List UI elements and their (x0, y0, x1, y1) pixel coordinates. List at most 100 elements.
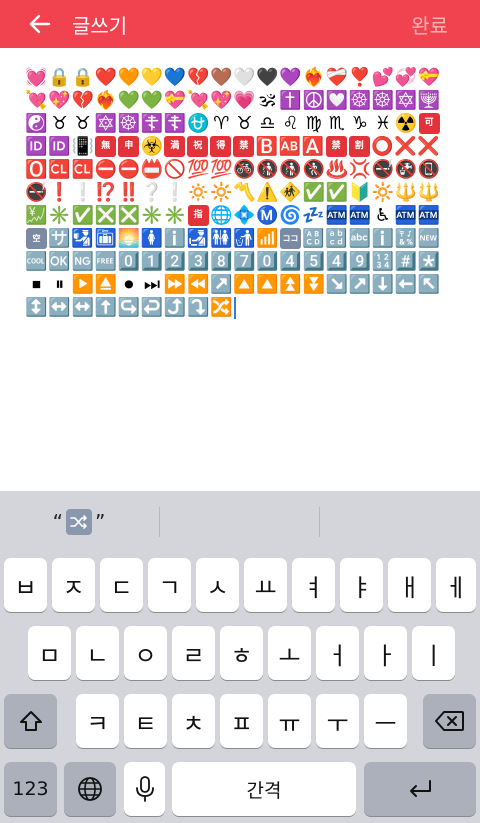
editor-emoji: ↘️ (325, 273, 348, 295)
editor-emoji: 🆑 (71, 158, 94, 180)
editor-emoji: ⬅️ (394, 273, 418, 295)
editor-emoji: ↖️ (417, 273, 441, 295)
editor-emoji: 祝 (187, 136, 209, 157)
editor-emoji: 💛 (140, 66, 164, 88)
key-jieut[interactable]: ㅈ (52, 558, 95, 612)
editor-emoji: 0️⃣ (256, 250, 279, 272)
key-u[interactable]: ㅜ (316, 694, 359, 748)
editor-emoji: 空 (26, 228, 47, 249)
editor-emoji: 🛃 (186, 227, 210, 249)
editor-emoji: 💢 (348, 158, 372, 180)
editor-emoji: 🚱 (394, 158, 418, 180)
text-editor[interactable]: 💓 🔒 🔒 ❤️ 🧡 💛 💙 💔 🤎 🤍 🖤 💜 ❤️‍🔥 ❤️‍🩹 ❣️ 💕 💞 💝 💘 💖 💔 ❤️‍🔥 💚 💚 💝 💘 💖 💗 🕉… (25, 66, 441, 462)
page-title: 글쓰기 (72, 14, 128, 38)
editor-emoji: 🌐 (209, 204, 233, 226)
editor-emoji: *️⃣ (417, 250, 441, 272)
key-giyeok[interactable]: ㄱ (148, 558, 191, 612)
editor-emoji: 💚 (140, 89, 164, 111)
editor-emoji: ココ (279, 228, 301, 249)
editor-emoji: 🆎 (278, 135, 302, 157)
key-tieut[interactable]: ㅌ (124, 694, 167, 748)
editor-emoji: ❎ (94, 204, 118, 226)
key-nieun[interactable]: ㄴ (76, 626, 119, 680)
editor-emoji: 無 (95, 136, 117, 157)
key-siot[interactable]: ㅅ (196, 558, 239, 612)
editor-emoji: ⏸ (55, 273, 65, 295)
editor-emoji: ⬇️ (371, 273, 395, 295)
editor-emoji: 🔯 (94, 112, 118, 134)
editor-emoji: 🚷 (302, 158, 325, 180)
editor-emoji: ♍ (305, 112, 322, 134)
editor-emoji: 🅱️ (255, 135, 279, 157)
editor-emoji: 1️⃣ (140, 250, 164, 272)
editor-emoji: ✅ (302, 181, 325, 203)
editor-emoji: 🆗 (48, 250, 71, 272)
editor-emoji: 4️⃣ (279, 250, 302, 272)
key-ae[interactable]: ㅐ (388, 558, 431, 612)
editor-emoji: ❤️‍🩹 (325, 66, 348, 88)
suggestion-bar: “ ” (0, 491, 480, 551)
editor-emoji: ⚠️ (256, 181, 279, 203)
editor-emoji: ❤️ (94, 66, 118, 88)
key-mieum[interactable]: ㅁ (28, 626, 71, 680)
editor-emoji: ↗️ (210, 273, 233, 295)
suggestion-item[interactable] (160, 504, 319, 540)
shift-key[interactable] (4, 694, 57, 748)
editor-emoji: ↗️ (348, 273, 372, 295)
delete-key[interactable] (423, 694, 476, 748)
key-pieup[interactable]: ㅍ (220, 694, 263, 748)
editor-emoji: 🔅 (186, 181, 210, 203)
editor-emoji: 🔼 (256, 273, 279, 295)
key-kieuk[interactable]: ㅋ (76, 694, 119, 748)
key-bieup[interactable]: ㅂ (4, 558, 47, 612)
key-e[interactable]: ㅔ (436, 558, 476, 612)
key-i[interactable]: ㅣ (412, 626, 455, 680)
globe-key[interactable] (64, 762, 116, 816)
editor-emoji: ⛔ (117, 158, 141, 180)
key-o[interactable]: ㅗ (268, 626, 311, 680)
editor-emoji: 🆖 (71, 250, 94, 272)
editor-emoji: 💤 (302, 204, 325, 226)
editor-emoji: 💯 (210, 158, 233, 180)
microphone-key[interactable] (124, 762, 165, 816)
numbers-key[interactable]: 123 (4, 762, 57, 816)
key-chieut[interactable]: ㅊ (172, 694, 215, 748)
return-key[interactable] (364, 762, 476, 816)
editor-emoji: 🚳 (233, 158, 256, 180)
key-yeo[interactable]: ㅕ (292, 558, 335, 612)
suggestion-item[interactable] (320, 504, 480, 540)
editor-emoji: ☦️ (163, 112, 187, 134)
editor-emoji: ⏩ (163, 273, 187, 295)
editor-emoji: 💝 (163, 89, 187, 111)
done-button[interactable]: 완료 (411, 10, 448, 39)
editor-emoji: 🚺 (140, 227, 164, 249)
editor-emoji: 💖 (210, 89, 233, 111)
key-yu[interactable]: ㅠ (268, 694, 311, 748)
editor-emoji: ✝️ (279, 89, 302, 111)
key-hieut[interactable]: ㅎ (220, 626, 263, 680)
back-button[interactable] (24, 8, 56, 40)
editor-emoji: 🤍 (233, 66, 256, 88)
key-eo[interactable]: ㅓ (316, 626, 359, 680)
key-rieul[interactable]: ㄹ (172, 626, 215, 680)
editor-emoji: 🕉 (259, 89, 276, 111)
editor-emoji: ❗ (48, 181, 71, 203)
space-key[interactable]: 간격 (172, 762, 356, 816)
korean-keyboard: “ ” ㅂ ㅈ ㄷ ㄱ ㅅ ㅛ ㅕ ㅑ ㅐ ㅔ ㅁ ㄴ ㅇ ㄹ ㅎ ㅗ ㅓ ㅏ … (0, 491, 480, 823)
key-yo[interactable]: ㅛ (244, 558, 287, 612)
editor-emoji: 🧡 (117, 66, 141, 88)
editor-emoji: ⏪ (186, 273, 210, 295)
key-eu[interactable]: ㅡ (364, 694, 407, 748)
editor-emoji: 8️⃣ (210, 250, 233, 272)
editor-emoji: ⛎ (186, 112, 210, 134)
suggestion-item[interactable]: “ ” (0, 504, 158, 540)
editor-emoji: ⭕ (370, 135, 394, 157)
key-ya[interactable]: ㅑ (340, 558, 383, 612)
key-digeut[interactable]: ㄷ (100, 558, 143, 612)
editor-emoji: 🔒 (48, 66, 71, 88)
editor-emoji: 〽️ (233, 181, 256, 203)
editor-emoji: ♉ (51, 112, 68, 134)
key-a[interactable]: ㅏ (364, 626, 407, 680)
key-ieung[interactable]: ㅇ (124, 626, 167, 680)
editor-emoji: 🏧 (348, 204, 371, 226)
